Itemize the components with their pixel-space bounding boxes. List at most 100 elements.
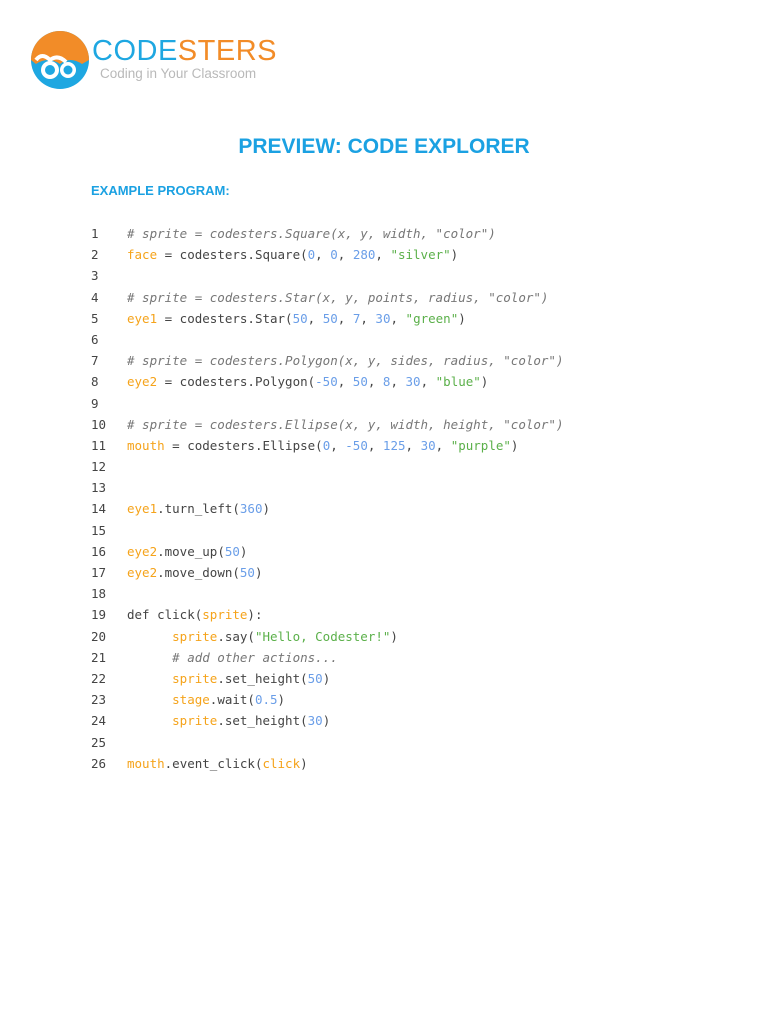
line-number: 12	[91, 459, 107, 475]
line-number: 20	[91, 628, 107, 644]
line-number: 24	[91, 713, 107, 729]
code-source: eye1 = codesters.Star(50, 50, 7, 30, "gr…	[127, 308, 466, 329]
codesters-logo: CODESTERS Coding in Your Classroom	[30, 30, 276, 92]
line-number: 11	[91, 437, 107, 453]
line-number: 22	[91, 670, 107, 686]
code-text: )	[262, 501, 271, 517]
line-number: 4	[91, 289, 99, 305]
code-text: .move_down(	[157, 565, 240, 580]
code-source: eye2 = codesters.Polygon(-50, 50, 8, 30,…	[127, 371, 488, 392]
code-source: # sprite = codesters.Ellipse(x, y, width…	[127, 414, 564, 435]
code-comment: # add other actions...	[172, 649, 338, 665]
code-number: 30	[405, 374, 421, 390]
code-number: -50	[345, 437, 368, 453]
code-string: "purple"	[450, 437, 511, 453]
code-text: = codesters.Square(	[157, 247, 308, 263]
code-text: )	[322, 670, 331, 686]
code-identifier: mouth	[127, 437, 165, 453]
code-number: 50	[224, 543, 240, 559]
line-number: 17	[91, 565, 107, 580]
code-text: )	[300, 755, 308, 771]
code-text: ,	[367, 437, 383, 453]
code-source: eye1.turn_left(360)	[127, 498, 270, 519]
line-number: 13	[91, 480, 107, 496]
code-text: )	[450, 247, 459, 263]
code-text: = codesters.Star(	[157, 310, 293, 326]
line-number: 25	[91, 734, 107, 750]
code-source: sprite.set_height(50)	[127, 668, 330, 689]
code-source: mouth.event_click(click)	[127, 753, 308, 774]
line-number: 21	[91, 649, 107, 665]
section-heading: EXAMPLE PROGRAM:	[91, 183, 230, 198]
code-comment: # sprite = codesters.Ellipse(x, y, width…	[127, 416, 564, 432]
line-number: 5	[91, 310, 99, 326]
code-identifier: click	[262, 755, 301, 771]
code-number: 30	[375, 310, 391, 326]
code-number: 280	[352, 247, 376, 263]
code-source: # add other actions...	[127, 647, 338, 668]
line-number: 6	[91, 331, 99, 347]
code-text: ,	[390, 310, 406, 326]
code-number: -50	[315, 374, 338, 390]
code-identifier: sprite	[172, 670, 218, 686]
code-text: = codesters.Ellipse(	[164, 437, 323, 453]
code-number: 125	[382, 437, 406, 453]
code-source: # sprite = codesters.Square(x, y, width,…	[127, 223, 496, 244]
code-source: face = codesters.Square(0, 0, 280, "silv…	[127, 244, 458, 265]
code-number: 50	[239, 565, 255, 580]
code-identifier: eye2	[127, 374, 158, 390]
code-text: ,	[307, 310, 323, 326]
line-number: 8	[91, 374, 99, 390]
code-source: # sprite = codesters.Star(x, y, points, …	[127, 287, 548, 308]
code-source: mouth = codesters.Ellipse(0, -50, 125, 3…	[127, 435, 518, 456]
code-source: sprite.set_height(30)	[127, 710, 330, 731]
line-number: 16	[91, 543, 107, 559]
logo-tagline: Coding in Your Classroom	[100, 66, 257, 81]
code-text: ,	[375, 247, 391, 263]
code-identifier: sprite	[172, 713, 218, 729]
code-text: )	[480, 374, 489, 390]
code-text: ,	[360, 310, 376, 326]
code-text: .say(	[217, 628, 255, 644]
code-text: ,	[390, 374, 406, 390]
code-text: .set_height(	[217, 670, 308, 686]
code-text: ,	[337, 247, 353, 263]
code-text: ,	[420, 374, 436, 390]
code-text: ,	[367, 374, 383, 390]
code-text: )	[239, 543, 248, 559]
code-comment: # sprite = codesters.Square(x, y, width,…	[127, 226, 496, 241]
code-number: 50	[307, 670, 323, 686]
code-source: # sprite = codesters.Polygon(x, y, sides…	[127, 350, 564, 371]
code-text: .move_up(	[157, 543, 225, 559]
code-number: 50	[322, 310, 338, 326]
line-number: 26	[91, 755, 107, 771]
code-string: "blue"	[435, 374, 481, 390]
code-text: .turn_left(	[157, 501, 240, 517]
line-number: 19	[91, 607, 107, 623]
codesters-logo-icon	[31, 31, 89, 89]
code-text: .set_height(	[217, 713, 308, 729]
code-number: 0.5	[254, 692, 278, 708]
code-identifier: stage	[172, 692, 210, 708]
code-identifier: eye1	[127, 501, 158, 517]
logo-wordmark-sters: STERS	[177, 35, 277, 67]
line-number: 7	[91, 353, 99, 369]
code-text: ,	[337, 310, 353, 326]
code-string: "green"	[405, 310, 459, 326]
code-text: = codesters.Polygon(	[157, 374, 316, 390]
code-number: 30	[420, 437, 436, 453]
line-number: 1	[91, 226, 99, 241]
logo-wordmark: CODESTERS	[92, 36, 277, 66]
code-text: ,	[405, 437, 421, 453]
code-string: "silver"	[390, 247, 451, 263]
code-number: 30	[307, 713, 323, 729]
code-identifier: sprite	[172, 628, 218, 644]
code-source: def click(sprite):	[127, 604, 262, 625]
line-number: 10	[91, 416, 107, 432]
line-number: 3	[91, 268, 99, 284]
code-number: 50	[292, 310, 308, 326]
